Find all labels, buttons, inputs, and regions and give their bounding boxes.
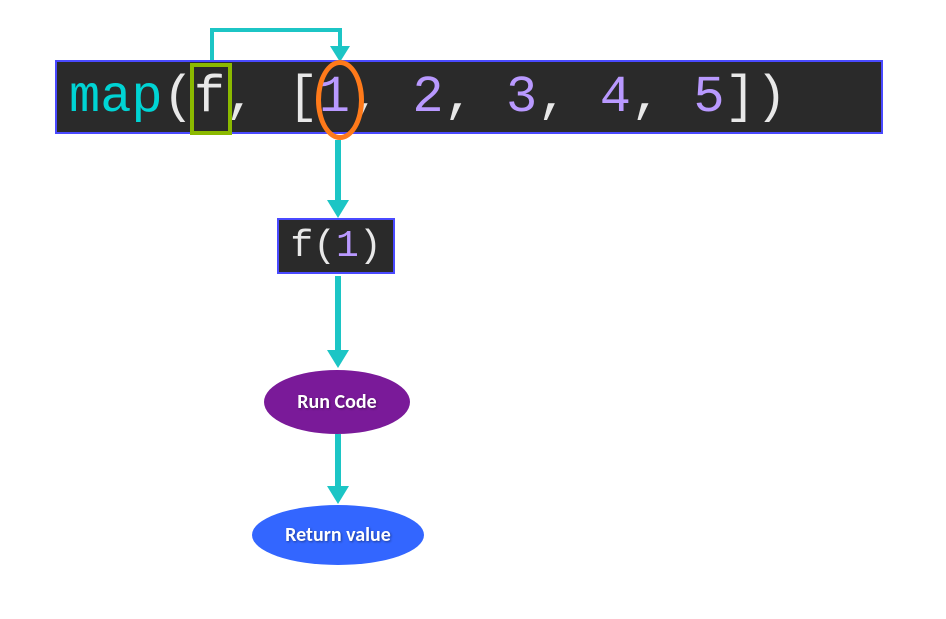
map-expression-code: map ( f , [ 1 , 2 , 3 , 4 , 5 ] ) bbox=[55, 60, 883, 134]
arrow-to-run-head-icon bbox=[327, 350, 349, 368]
connector-bracket-right bbox=[338, 28, 342, 48]
connector-bracket-top bbox=[210, 28, 342, 32]
call-token-arg: 1 bbox=[336, 225, 359, 268]
token-comma-3: , bbox=[444, 68, 475, 127]
token-f: f bbox=[194, 68, 225, 127]
token-comma-5: , bbox=[631, 68, 662, 127]
token-comma-2: , bbox=[350, 68, 381, 127]
token-comma-1: , bbox=[225, 68, 256, 127]
arrow-to-call-line bbox=[335, 140, 341, 202]
arrow-to-return-line bbox=[335, 434, 341, 488]
token-paren-open: ( bbox=[163, 68, 194, 127]
arrow-to-call-head-icon bbox=[327, 200, 349, 218]
token-num-5: 5 bbox=[693, 68, 724, 127]
return-value-node: Return value bbox=[252, 505, 424, 565]
arrow-to-run-line bbox=[335, 276, 341, 352]
token-num-2: 2 bbox=[412, 68, 443, 127]
token-num-4: 4 bbox=[600, 68, 631, 127]
connector-bracket-left bbox=[210, 28, 214, 60]
token-space bbox=[256, 68, 287, 127]
return-value-label: Return value bbox=[285, 523, 391, 547]
token-map: map bbox=[69, 68, 163, 127]
function-call-code: f ( 1 ) bbox=[277, 218, 395, 274]
token-bracket-open: [ bbox=[288, 68, 319, 127]
token-paren-close: ) bbox=[756, 68, 787, 127]
token-num-1: 1 bbox=[319, 68, 350, 127]
token-num-3: 3 bbox=[506, 68, 537, 127]
call-token-paren-close: ) bbox=[359, 225, 382, 268]
arrow-to-return-head-icon bbox=[327, 486, 349, 504]
call-token-f: f bbox=[290, 225, 313, 268]
token-bracket-close: ] bbox=[725, 68, 756, 127]
run-code-node: Run Code bbox=[264, 370, 410, 434]
call-token-paren-open: ( bbox=[313, 225, 336, 268]
run-code-label: Run Code bbox=[297, 390, 376, 414]
token-comma-4: , bbox=[537, 68, 568, 127]
